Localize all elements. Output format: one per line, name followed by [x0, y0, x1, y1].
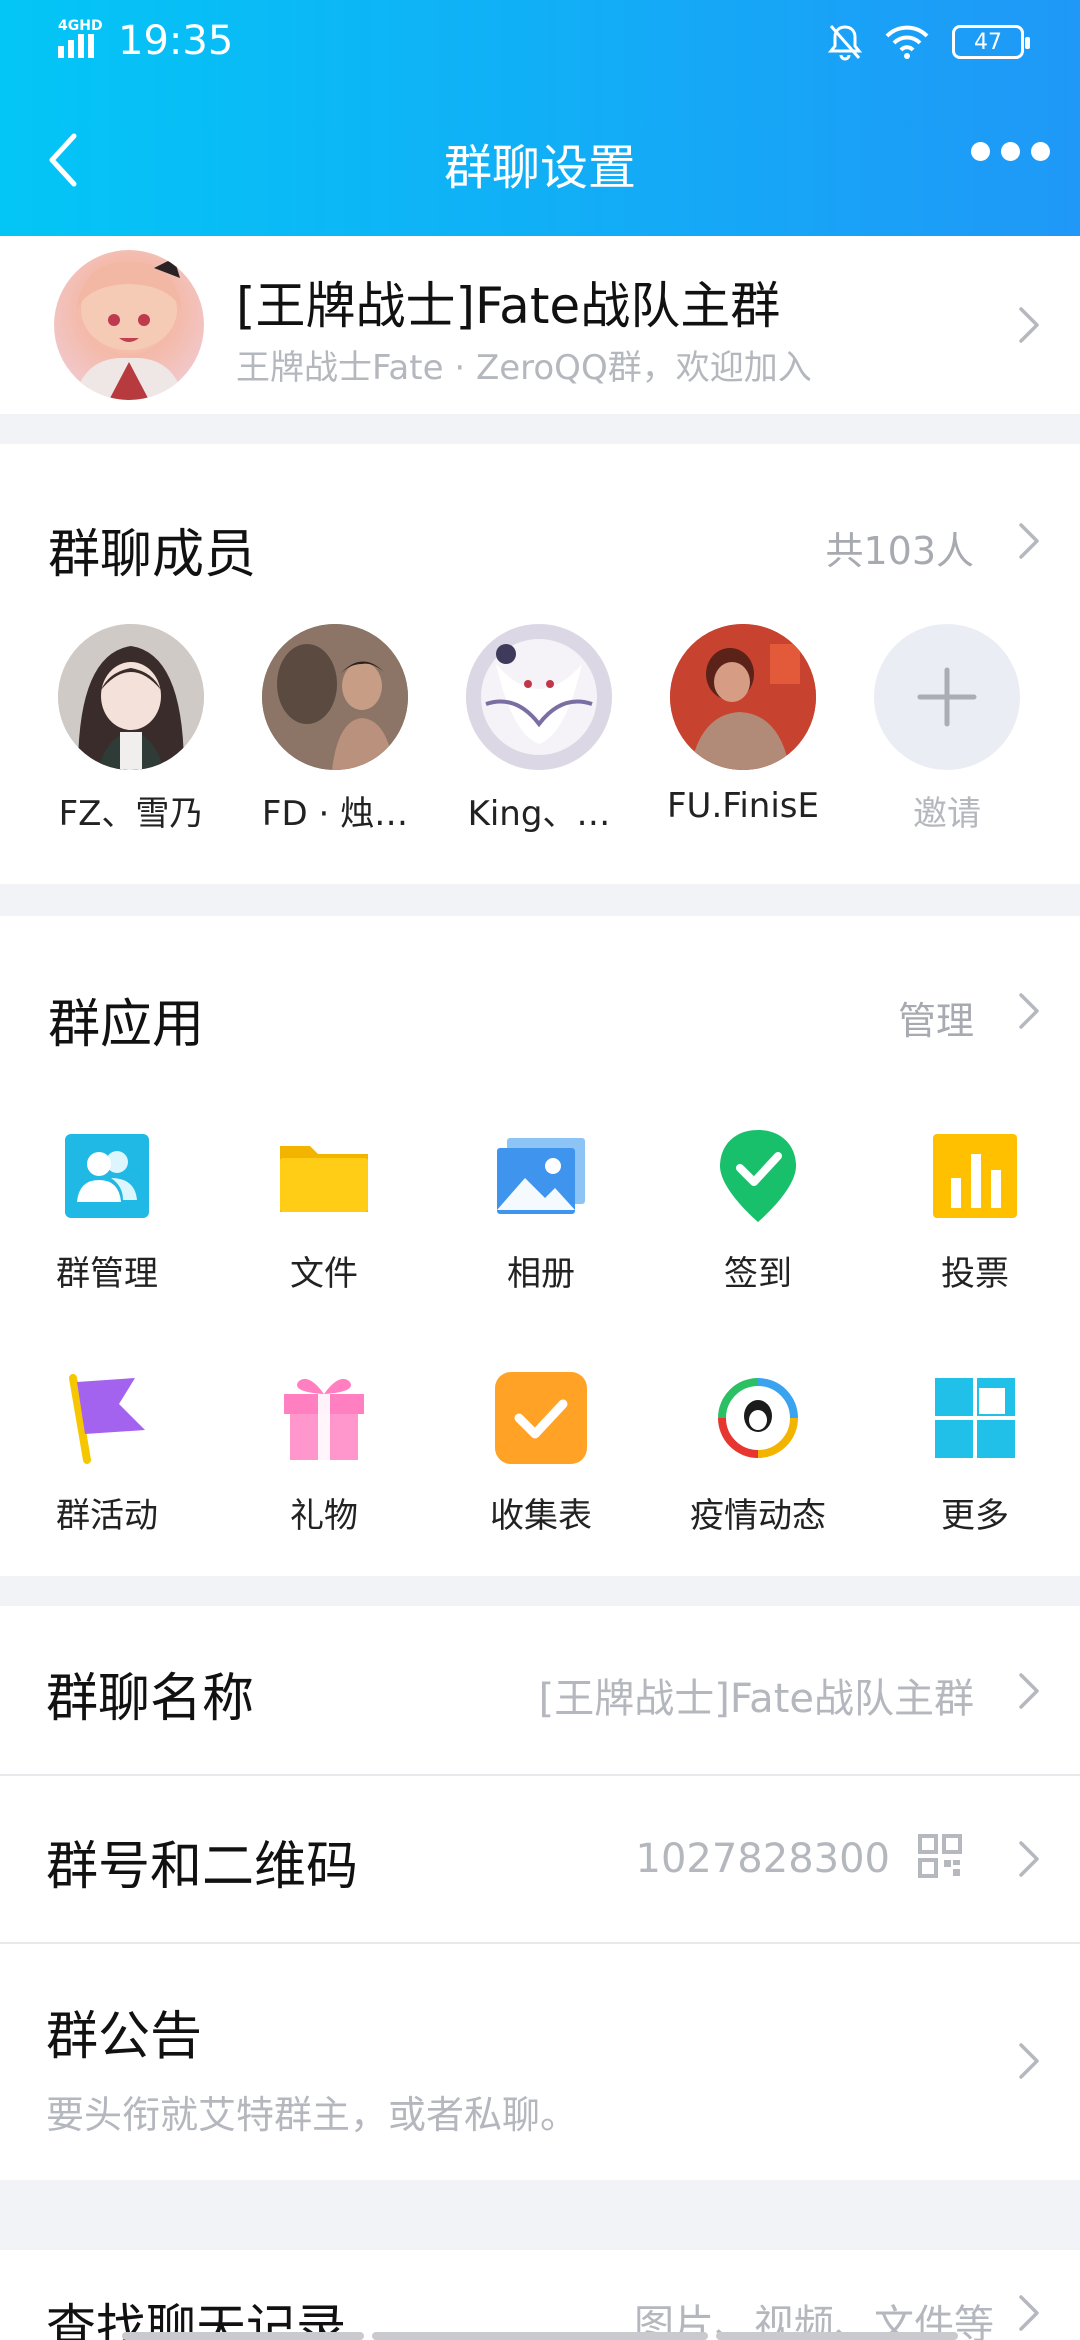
member-avatar — [58, 624, 204, 770]
qr-code-icon[interactable] — [918, 1834, 962, 1878]
battery-icon: 47 — [952, 25, 1030, 59]
invite-button[interactable]: 邀请 — [852, 624, 1042, 835]
app-label: 签到 — [724, 1254, 792, 1294]
member-item[interactable]: King、… — [444, 624, 634, 835]
app-label: 群活动 — [56, 1496, 158, 1536]
app-vote[interactable]: 投票 — [885, 1126, 1065, 1295]
app-label: 礼物 — [290, 1496, 358, 1536]
member-avatar — [670, 624, 816, 770]
folder-icon — [274, 1126, 374, 1226]
row-label: 群公告 — [46, 2007, 203, 2067]
member-avatar — [262, 624, 408, 770]
signal-icon: 4GHD — [58, 18, 110, 60]
status-time: 19:35 — [118, 18, 234, 64]
app-form[interactable]: 收集表 — [451, 1368, 631, 1537]
row-value: [王牌战士]Fate战队主群 — [538, 1676, 974, 1722]
mute-bell-icon — [828, 25, 862, 61]
checkin-icon — [708, 1126, 808, 1226]
row-label: 群号和二维码 — [46, 1837, 359, 1897]
member-name: FD · 烛… — [261, 794, 409, 834]
more-apps-icon — [925, 1368, 1025, 1468]
app-more[interactable]: 更多 — [885, 1368, 1065, 1537]
app-label: 更多 — [941, 1496, 1009, 1536]
more-dot-icon — [971, 142, 990, 161]
group-number: 1027828300 — [635, 1836, 891, 1882]
app-group-activity[interactable]: 群活动 — [17, 1368, 197, 1537]
member-name: FZ、雪乃 — [58, 794, 204, 834]
status-right: 47 — [828, 20, 1030, 64]
gift-icon — [274, 1368, 374, 1468]
announcement-row[interactable]: 群公告 要头衔就艾特群主，或者私聊。 — [0, 1944, 1080, 2180]
app-album[interactable]: 相册 — [451, 1126, 631, 1295]
member-item[interactable]: FU.FinisE — [648, 624, 838, 826]
page-title: 群聊设置 — [443, 140, 636, 196]
header: 4GHD 19:35 47 群聊设置 — [0, 0, 1080, 236]
epidemic-icon — [708, 1368, 808, 1468]
chevron-right-icon — [1018, 1672, 1040, 1710]
member-item[interactable]: FZ、雪乃 — [36, 624, 226, 835]
chevron-right-icon — [1018, 306, 1040, 344]
status-bar: 4GHD 19:35 47 — [0, 0, 1080, 90]
group-name-row[interactable]: 群聊名称 [王牌战士]Fate战队主群 — [0, 1606, 1080, 1774]
group-manage-icon — [57, 1126, 157, 1226]
home-indicator — [122, 2332, 364, 2340]
members-title: 群聊成员 — [48, 525, 257, 585]
group-apps-section: 群应用 管理 群管理 文件 相册 签到 投票 群活动 礼物 收集表 疫情动态 更… — [0, 916, 1080, 1576]
invite-avatar — [874, 624, 1020, 770]
member-count[interactable]: 共103人 — [825, 520, 974, 575]
form-icon — [491, 1368, 591, 1468]
app-checkin[interactable]: 签到 — [668, 1126, 848, 1295]
app-label: 文件 — [290, 1254, 358, 1294]
app-label: 疫情动态 — [690, 1496, 826, 1536]
member-name: FU.FinisE — [667, 786, 819, 826]
app-gift[interactable]: 礼物 — [234, 1368, 414, 1537]
app-label: 群管理 — [56, 1254, 158, 1294]
row-label: 群聊名称 — [46, 1669, 255, 1729]
app-group-manage[interactable]: 群管理 — [17, 1126, 197, 1295]
app-label: 投票 — [941, 1254, 1009, 1294]
search-history-row[interactable]: 查找聊天记录 图片、视频、文件等 — [0, 2250, 1080, 2340]
apps-title: 群应用 — [48, 995, 205, 1055]
album-icon — [491, 1126, 591, 1226]
group-description: 王牌战士Fate · ZeroQQ群，欢迎加入 — [236, 348, 812, 388]
flag-icon — [57, 1368, 157, 1468]
group-avatar — [54, 250, 204, 400]
home-indicator — [372, 2332, 708, 2340]
plus-icon — [917, 667, 977, 727]
more-dot-icon — [1031, 142, 1050, 161]
chevron-right-icon — [1018, 1840, 1040, 1878]
battery-level: 47 — [974, 29, 1002, 55]
vote-icon — [925, 1126, 1025, 1226]
chevron-right-icon[interactable] — [1018, 522, 1040, 560]
wifi-icon — [885, 25, 929, 59]
more-options-button[interactable] — [971, 142, 1050, 161]
members-section: 群聊成员 共103人 FZ、雪乃 FD · 烛… King、… FU.Finis… — [0, 444, 1080, 884]
chevron-right-icon — [1018, 2042, 1040, 2080]
chevron-right-icon[interactable] — [1018, 992, 1040, 1030]
group-profile-card[interactable]: [王牌战士]Fate战队主群 王牌战士Fate · ZeroQQ群，欢迎加入 — [0, 236, 1080, 414]
app-epidemic[interactable]: 疫情动态 — [668, 1368, 848, 1537]
app-files[interactable]: 文件 — [234, 1126, 414, 1295]
chevron-right-icon — [1018, 2294, 1040, 2332]
member-name: King、… — [467, 794, 611, 834]
group-name: [王牌战士]Fate战队主群 — [236, 277, 781, 335]
invite-label: 邀请 — [913, 794, 981, 834]
home-indicator — [716, 2332, 958, 2340]
more-dot-icon — [1001, 142, 1020, 161]
apps-manage-link[interactable]: 管理 — [898, 990, 974, 1045]
group-number-row[interactable]: 群号和二维码 1027828300 — [0, 1776, 1080, 1942]
app-label: 相册 — [507, 1254, 575, 1294]
announcement-text: 要头衔就艾特群主，或者私聊。 — [46, 2093, 579, 2137]
member-avatar — [466, 624, 612, 770]
member-item[interactable]: FD · 烛… — [240, 624, 430, 835]
app-label: 收集表 — [490, 1496, 592, 1536]
